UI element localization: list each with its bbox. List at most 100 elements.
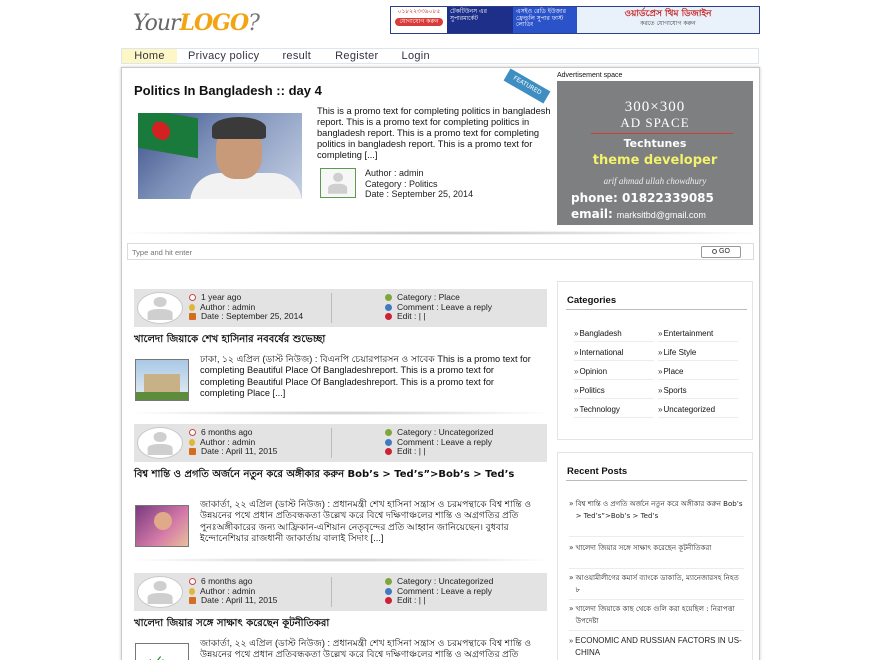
author-avatar [137,576,183,608]
category-label: Bangladesh [579,329,622,338]
calendar-icon [189,448,196,456]
category-rule [658,341,738,342]
post-title[interactable]: খালেদা জিয়াকে শেখ হাসিনার নববর্ষের শুভে… [134,333,544,346]
post-thumbnail[interactable] [135,505,189,547]
nav-privacy-policy[interactable]: Privacy policy [188,49,259,63]
post-edit[interactable]: Edit : | | [397,312,426,322]
comment-icon [385,587,392,595]
category-label: Opinion [579,367,608,376]
site-logo[interactable]: YourLOGO? [133,10,260,36]
double-arrow-icon: » [574,405,579,414]
double-arrow-icon: » [574,348,579,357]
post-meta-bar: 6 months ago Author : admin Date : April… [134,424,547,462]
search-input[interactable] [132,246,692,258]
ad-brand: Techtunes [623,137,687,150]
comment-icon [385,438,392,446]
ad-size: 300×300 [624,99,686,115]
recent-post-rule [569,568,744,569]
double-arrow-icon: » [658,386,663,395]
nav-result[interactable]: result [282,49,311,63]
folder-icon [385,578,392,586]
banner-headline-title: ওয়ার্ডপ্রেস থিম ডিজাইন [624,9,712,19]
recent-post-item[interactable]: » বিশ্ব শান্তি ও প্রগতি অর্জনে নতুন করে অ… [569,498,744,522]
recent-post-item[interactable]: » খালেদা জিয়াকে কাছ থেকে গুলি করা হয়েছি… [569,603,744,627]
search-bar [127,243,754,260]
ad-divider [591,133,733,134]
post-meta-left: 6 months ago Author : admin Date : April… [189,427,277,457]
post-meta-bar: 6 months ago Author : admin Date : April… [134,573,547,611]
recent-post-link[interactable]: ECONOMIC AND RUSSIAN FACTORS IN US-CHINA [575,635,744,659]
featured-image[interactable] [138,113,302,199]
edit-icon [385,597,392,605]
recent-post-item[interactable]: » খালেদা জিয়ার সঙ্গে সাক্ষাৎ করেছেন কূটন… [569,542,744,554]
ad-space-text: AD SPACE [620,115,690,130]
category-rule [658,417,738,418]
double-arrow-icon: » [658,348,663,357]
category-entertainment[interactable]: » Entertainment [658,329,713,338]
meta-separator [331,577,332,607]
edit-icon [385,313,392,321]
search-button-label: GO [719,248,730,255]
double-arrow-icon: » [569,573,573,582]
ad-email-value: marksitbd@gmail.com [616,210,706,220]
clock-icon [189,578,196,586]
header-banner-ad[interactable]: ০১৮২২৩৩৯০৮৫ যোগাযোগ করুন টেকটিউনস এর সুপ… [390,6,760,34]
category-opinion[interactable]: » Opinion [574,367,607,376]
category-politics[interactable]: » Politics [574,386,605,395]
banner-phone: ০১৮২২৩৩৯০৮৫ [397,8,441,15]
double-arrow-icon: » [658,329,663,338]
search-button[interactable]: GO [701,246,741,258]
post-edit[interactable]: Edit : | | [397,596,426,606]
ad-role: theme developer [592,153,718,168]
category-international[interactable]: » International [574,348,623,357]
widget-rule [566,480,747,481]
category-label: Sports [663,386,687,395]
recent-post-link[interactable]: বিশ্ব শান্তি ও প্রগতি অর্জনে নতুন করে অঙ… [576,498,744,522]
banner-headline: ওয়ার্ডপ্রেস থিম ডিজাইন করতে যোগাযোগ করু… [577,7,759,33]
banner-col-2: টেকটিউনস এর সুপারমার্কেট [447,7,513,33]
featured-title[interactable]: Politics In Bangladesh :: day 4 [134,83,322,98]
avatar-icon [145,431,176,455]
recent-post-link[interactable]: খালেদা জিয়ার সঙ্গে সাক্ষাৎ করেছেন কূটনী… [576,542,712,554]
category-rule [658,360,738,361]
calendar-icon [189,597,196,605]
ad-space[interactable]: 300×300 AD SPACE Techtunes theme develop… [557,81,753,225]
category-life-style[interactable]: » Life Style [658,348,696,357]
user-icon [189,438,195,446]
ad-email: email: marksitbd@gmail.com [571,207,706,221]
recent-post-item[interactable]: » আওয়ামীলীগের কমার্স ব্যাংকে ডাকাতি, ম্য… [569,572,744,596]
category-uncategorized[interactable]: » Uncategorized [658,405,715,414]
post-title[interactable]: বিশ্ব শান্তি ও প্রগতি অর্জনে নতুন করে অঙ… [134,468,544,481]
recent-post-link[interactable]: খালেদা জিয়াকে কাছ থেকে গুলি করা হয়েছিল… [576,603,744,627]
post-title[interactable]: খালেদা জিয়ার সঙ্গে সাক্ষাৎ করেছেন কূটনী… [134,617,544,630]
post-thumbnail[interactable]: বার্তা [135,643,189,660]
main-nav: Home Privacy policy result Register Logi… [121,48,759,64]
banner-contact: ০১৮২২৩৩৯০৮৫ যোগাযোগ করুন [391,7,447,33]
nav-register[interactable]: Register [335,49,378,63]
user-icon [189,303,195,311]
recent-post-item[interactable]: » ECONOMIC AND RUSSIAN FACTORS IN US-CHIN… [569,635,744,659]
post-edit[interactable]: Edit : | | [397,447,426,457]
author-avatar [137,427,183,459]
recent-post-rule [569,536,744,537]
double-arrow-icon: » [569,499,573,508]
recent-posts-title: Recent Posts [567,466,628,477]
category-label: International [579,348,624,357]
meta-separator [331,293,332,323]
category-place[interactable]: » Place [658,367,683,376]
author-avatar [137,292,183,324]
nav-home[interactable]: Home [122,49,177,63]
category-rule [658,379,738,380]
recent-post-link[interactable]: আওয়ামীলীগের কমার্স ব্যাংকে ডাকাতি, ম্যা… [576,572,744,596]
category-label: Place [663,367,684,376]
post-thumbnail[interactable] [135,359,189,401]
recent-post-rule [569,599,744,600]
post-divider [134,558,548,562]
featured-date: Date : September 25, 2014 [365,189,474,199]
nav-login[interactable]: Login [402,49,430,63]
avatar-icon [145,580,176,604]
category-sports[interactable]: » Sports [658,386,687,395]
category-technology[interactable]: » Technology [574,405,620,414]
featured-ribbon: FEATURED [503,68,551,104]
category-bangladesh[interactable]: » Bangladesh [574,329,622,338]
